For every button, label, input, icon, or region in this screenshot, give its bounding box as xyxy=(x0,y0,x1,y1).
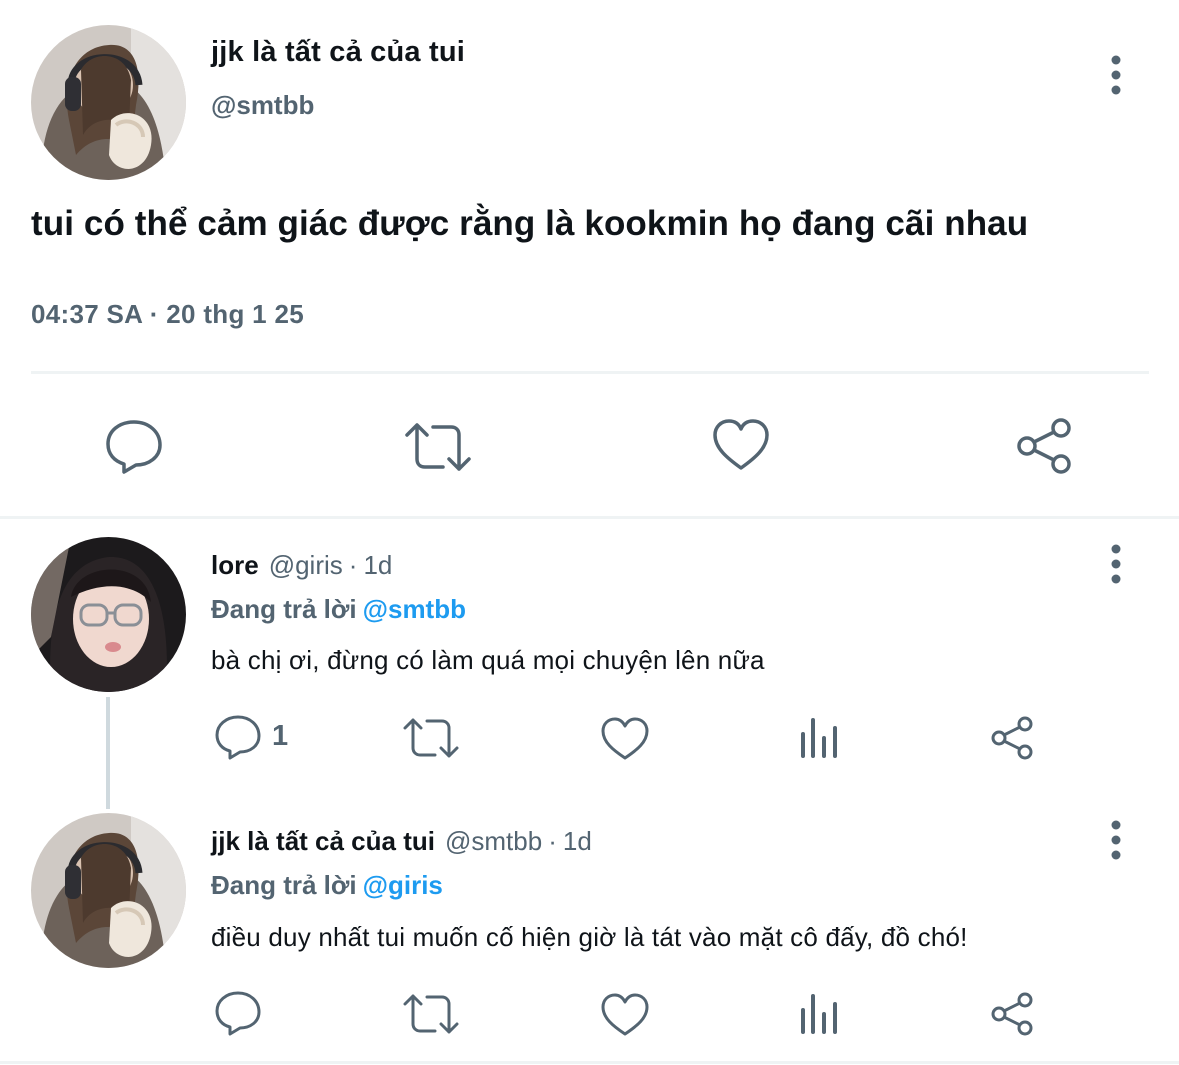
reply-2-display-name[interactable]: jjk là tất cả của tui xyxy=(211,826,435,856)
reply-2-more-icon[interactable] xyxy=(1101,818,1131,862)
reply-1-replying-to: Đang trả lời @smtbb xyxy=(211,594,466,625)
reply-1-handle[interactable]: @giris xyxy=(269,550,343,580)
reply-2-share-icon[interactable] xyxy=(989,992,1035,1036)
section-divider xyxy=(0,516,1179,519)
bottom-divider xyxy=(0,1061,1179,1064)
reply-1-mention[interactable]: @smtbb xyxy=(363,594,466,624)
like-icon[interactable] xyxy=(711,418,771,472)
reply-1-text: bà chị ơi, đừng có làm quá mọi chuyện lê… xyxy=(211,645,765,675)
main-tweet-timestamp[interactable]: 04:37 SA · 20 thg 1 25 xyxy=(31,299,304,330)
reply-1-display-name[interactable]: lore xyxy=(211,550,259,580)
reply-1-time[interactable]: 1d xyxy=(363,550,392,580)
reply-2-avatar[interactable] xyxy=(31,813,186,968)
reply-2-separator: · xyxy=(548,826,557,856)
main-tweet-handle[interactable]: @smtbb xyxy=(211,90,314,121)
share-icon[interactable] xyxy=(1013,417,1075,475)
reply-1-avatar[interactable] xyxy=(31,537,186,692)
reply-2-mention[interactable]: @giris xyxy=(363,870,443,900)
reply-1-separator: · xyxy=(348,550,358,580)
main-tweet-avatar[interactable] xyxy=(31,25,186,180)
reply-2-reply-icon[interactable] xyxy=(214,990,262,1036)
reply-1-like-icon[interactable] xyxy=(600,717,650,761)
reply-2-time[interactable]: 1d xyxy=(563,826,592,856)
reply-icon[interactable] xyxy=(104,417,164,475)
reply-2-replying-to: Đang trả lời @giris xyxy=(211,870,443,901)
main-tweet-display-name[interactable]: jjk là tất cả của tui xyxy=(211,36,465,69)
reply-2-header: jjk là tất cả của tui @smtbb · 1d xyxy=(211,826,592,857)
reply-2-like-icon[interactable] xyxy=(600,993,650,1037)
reply-1-reply-count: 1 xyxy=(272,720,289,752)
reply-2-retweet-icon[interactable] xyxy=(402,993,460,1035)
reply-2-text: điều duy nhất tui muốn cố hiện giờ là tá… xyxy=(211,922,968,952)
reply-1-header: lore @giris · 1d xyxy=(211,550,392,581)
reply-2-views-icon[interactable] xyxy=(799,992,839,1034)
main-tweet-text: tui có thể cảm giác được rằng là kookmin… xyxy=(31,204,1029,243)
reply-1-share-icon[interactable] xyxy=(989,716,1035,760)
reply-1-replying-prefix: Đang trả lời xyxy=(211,594,357,624)
reply-1-reply-icon[interactable] xyxy=(214,714,262,760)
retweet-icon[interactable] xyxy=(403,421,473,473)
reply-2-handle[interactable]: @smtbb xyxy=(445,826,542,856)
main-tweet-more-icon[interactable] xyxy=(1101,53,1131,97)
thread-line xyxy=(106,697,110,809)
reply-2-replying-prefix: Đang trả lời xyxy=(211,870,357,900)
reply-1-views-icon[interactable] xyxy=(799,716,839,758)
reply-1-more-icon[interactable] xyxy=(1101,542,1131,586)
reply-1-retweet-icon[interactable] xyxy=(402,717,460,759)
main-tweet-divider xyxy=(31,371,1149,374)
